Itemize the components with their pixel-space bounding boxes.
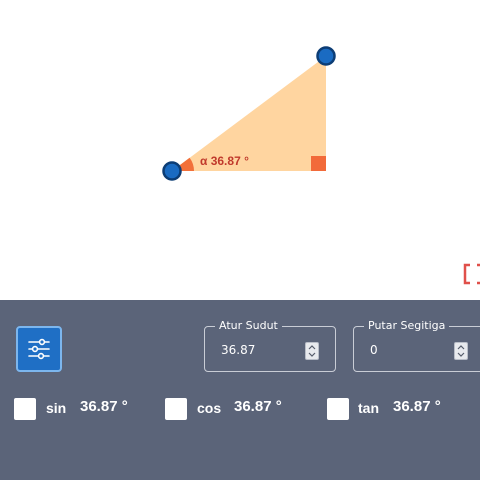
- cos-checkbox[interactable]: [165, 398, 187, 420]
- rotate-field-legend: Putar Segitiga: [364, 319, 450, 333]
- angle-input[interactable]: 36.87: [221, 343, 255, 357]
- control-panel: Atur Sudut 36.87 Putar Segitiga 0 sin 36…: [0, 300, 480, 480]
- sin-value: 36.87 °: [80, 398, 128, 415]
- sliders-icon: [28, 338, 50, 360]
- triangle-drawing: α 36.87 °: [162, 46, 480, 285]
- right-angle-marker: [311, 156, 326, 171]
- cos-value: 36.87 °: [234, 398, 282, 415]
- cos-label: cos: [197, 400, 222, 416]
- angle-field: Atur Sudut 36.87: [204, 319, 336, 372]
- rotate-input[interactable]: 0: [370, 343, 378, 357]
- rotate-stepper[interactable]: [454, 342, 468, 360]
- stepper-arrows-icon: [308, 345, 316, 357]
- vertex-point-b[interactable]: [316, 46, 336, 66]
- sin-label: sin: [46, 400, 67, 416]
- tan-value: 36.87 °: [393, 398, 441, 415]
- fullscreen-icon[interactable]: [463, 263, 480, 285]
- tan-label: tan: [358, 400, 379, 416]
- angle-field-legend: Atur Sudut: [215, 319, 282, 333]
- rotate-field: Putar Segitiga 0: [353, 319, 480, 372]
- geometry-canvas: α 36.87 °: [0, 0, 480, 300]
- sin-checkbox[interactable]: [14, 398, 36, 420]
- angle-stepper[interactable]: [305, 342, 319, 360]
- right-triangle: [172, 56, 326, 171]
- vertex-point-a[interactable]: [162, 161, 182, 181]
- stepper-arrows-icon: [457, 345, 465, 357]
- settings-button[interactable]: [16, 326, 62, 372]
- angle-alpha-label: α 36.87 °: [200, 154, 249, 168]
- tan-checkbox[interactable]: [327, 398, 349, 420]
